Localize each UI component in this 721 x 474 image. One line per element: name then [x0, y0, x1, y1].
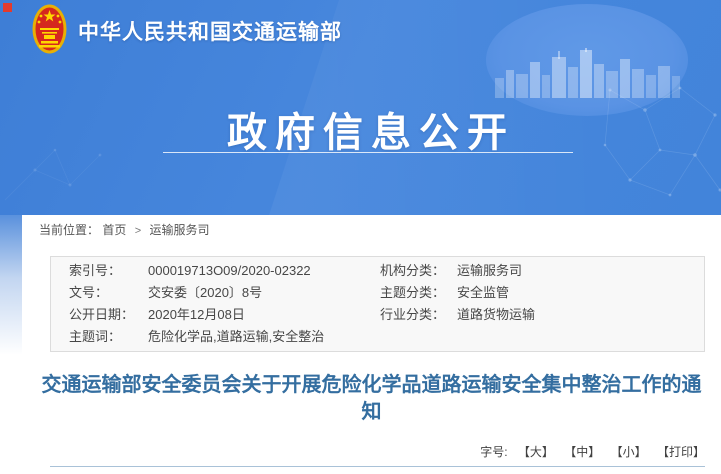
table-row: 文号： 交安委〔2020〕8号 主题分类： 安全监管 [51, 284, 704, 302]
meta-value: 道路货物运输 [457, 306, 535, 324]
font-size-toolbar: 字号: 【大】 【中】 【小】 【打印】 [480, 443, 705, 460]
font-large-button[interactable]: 【大】 [518, 445, 554, 459]
meta-value: 运输服务司 [457, 262, 522, 280]
table-row: 主题词： 危险化学品,道路运输,安全整治 [51, 328, 704, 346]
meta-value: 危险化学品,道路运输,安全整治 [148, 328, 324, 346]
document-title: 交通运输部安全委员会关于开展危险化学品道路运输安全集中整治工作的通 知 [22, 372, 721, 426]
constellation-pattern-icon [600, 70, 721, 215]
font-medium-button[interactable]: 【中】 [564, 445, 600, 459]
document-title-line: 知 [22, 399, 721, 426]
font-small-button[interactable]: 【小】 [611, 445, 647, 459]
meta-value: 000019713O09/2020-02322 [148, 262, 311, 280]
meta-label: 文号： [51, 284, 148, 302]
corner-red-chip [3, 3, 12, 12]
china-national-emblem-icon [32, 4, 67, 54]
bottom-divider [50, 466, 705, 467]
meta-label: 主题词： [51, 328, 148, 346]
banner: 中华人民共和国交通运输部 政府信息公开 [0, 0, 721, 215]
constellation-pattern-left-icon [0, 140, 110, 215]
left-gradient-sliver [0, 215, 22, 355]
meta-label: 主题分类： [380, 284, 457, 302]
content-panel: 当前位置： 首页 > 运输服务司 索引号： 000019713O09/2020-… [22, 215, 721, 474]
breadcrumb-separator: > [135, 225, 141, 237]
breadcrumb-home-link[interactable]: 首页 [102, 223, 126, 237]
page-title-underline [163, 152, 573, 153]
meta-value: 2020年12月08日 [148, 306, 245, 324]
table-row: 公开日期： 2020年12月08日 行业分类： 道路货物运输 [51, 306, 704, 324]
breadcrumb-section-link[interactable]: 运输服务司 [150, 223, 210, 237]
meta-label: 机构分类： [380, 262, 457, 280]
page-title: 政府信息公开 [227, 100, 515, 158]
breadcrumb: 当前位置： 首页 > 运输服务司 [39, 221, 210, 238]
site-name: 中华人民共和国交通运输部 [78, 16, 342, 46]
document-title-line: 交通运输部安全委员会关于开展危险化学品道路运输安全集中整治工作的通 [22, 372, 721, 399]
document-meta-table: 索引号： 000019713O09/2020-02322 机构分类： 运输服务司… [50, 256, 705, 352]
meta-label: 索引号： [51, 262, 148, 280]
meta-label: 行业分类： [380, 306, 457, 324]
breadcrumb-label: 当前位置： [39, 223, 99, 237]
font-size-label: 字号: [480, 445, 507, 459]
meta-label [380, 328, 457, 346]
table-row: 索引号： 000019713O09/2020-02322 机构分类： 运输服务司 [51, 262, 704, 280]
meta-value: 交安委〔2020〕8号 [148, 284, 262, 302]
meta-label: 公开日期： [51, 306, 148, 324]
meta-value: 安全监管 [457, 284, 509, 302]
print-button[interactable]: 【打印】 [657, 445, 705, 459]
